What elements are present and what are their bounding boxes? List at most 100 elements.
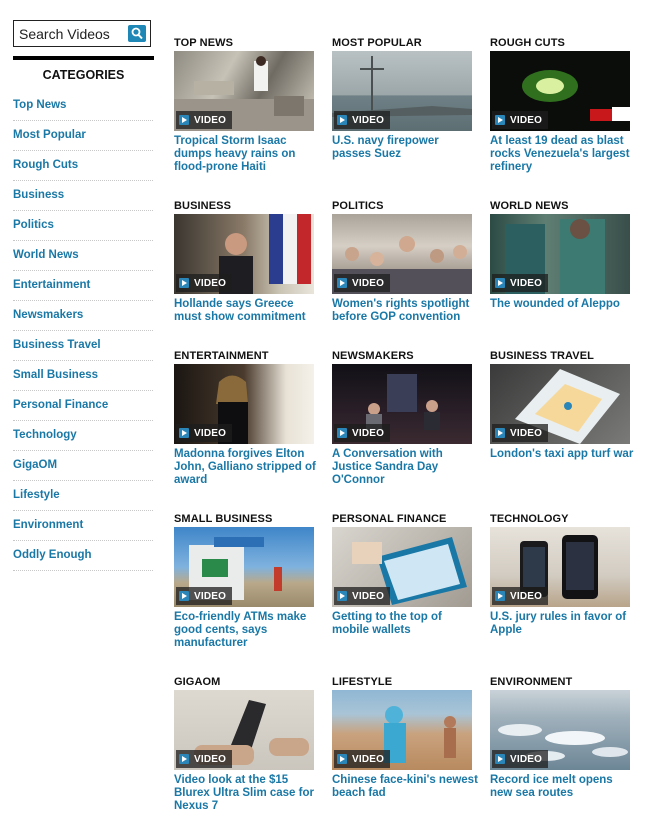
card-category-label: ROUGH CUTS [490, 37, 565, 49]
search-button[interactable] [128, 25, 146, 42]
sidebar-item-entertainment[interactable]: Entertainment [13, 271, 153, 291]
video-thumbnail[interactable]: VIDEO [490, 690, 630, 770]
video-thumbnail[interactable]: VIDEO [332, 364, 472, 444]
card-category-label: ENTERTAINMENT [174, 350, 269, 362]
card-category-label: MOST POPULAR [332, 37, 422, 49]
list-item: Lifestyle [13, 481, 153, 511]
list-item: Business [13, 181, 153, 211]
card-headline-link[interactable]: Getting to the top of mobile wallets [332, 611, 480, 637]
video-thumbnail[interactable]: VIDEO [174, 364, 314, 444]
play-icon [179, 278, 189, 288]
sidebar-item-world-news[interactable]: World News [13, 241, 153, 261]
video-thumbnail[interactable]: VIDEO [332, 690, 472, 770]
video-card-politics: POLITICS VIDEO Women's rights spotlight … [332, 200, 480, 324]
card-category-label: LIFESTYLE [332, 676, 393, 688]
video-card-environment: ENVIRONMENT VIDEO Record ice melt opens … [490, 676, 638, 800]
video-card-most-popular: MOST POPULAR VIDEO U.S. navy firepower p… [332, 37, 480, 161]
video-thumbnail[interactable]: VIDEO [332, 51, 472, 131]
list-item: Top News [13, 91, 153, 121]
video-card-lifestyle: LIFESTYLE VIDEO Chinese face-kini's newe… [332, 676, 480, 800]
card-category-label: ENVIRONMENT [490, 676, 573, 688]
video-thumbnail[interactable]: VIDEO [490, 527, 630, 607]
play-icon [337, 428, 347, 438]
video-badge: VIDEO [334, 750, 391, 768]
video-thumbnail[interactable]: VIDEO [174, 690, 314, 770]
search-input[interactable] [14, 21, 129, 46]
card-headline-link[interactable]: Eco-friendly ATMs make good cents, says … [174, 611, 322, 650]
video-badge-label: VIDEO [352, 277, 385, 289]
play-icon [495, 428, 505, 438]
card-headline-link[interactable]: Hollande says Greece must show commitmen… [174, 298, 322, 324]
sidebar-item-gigaom[interactable]: GigaOM [13, 451, 153, 471]
video-badge-label: VIDEO [194, 427, 227, 439]
play-icon [179, 591, 189, 601]
video-badge-label: VIDEO [194, 590, 227, 602]
video-badge-label: VIDEO [352, 114, 385, 126]
list-item: Small Business [13, 361, 153, 391]
video-badge-label: VIDEO [510, 753, 543, 765]
card-headline-link[interactable]: Tropical Storm Isaac dumps heavy rains o… [174, 135, 322, 174]
sidebar-item-technology[interactable]: Technology [13, 421, 153, 441]
sidebar-item-business-travel[interactable]: Business Travel [13, 331, 153, 351]
play-icon [495, 754, 505, 764]
video-badge: VIDEO [492, 587, 549, 605]
sidebar-item-environment[interactable]: Environment [13, 511, 153, 531]
sidebar-item-oddly-enough[interactable]: Oddly Enough [13, 541, 153, 561]
list-item: Environment [13, 511, 153, 541]
video-card-personal-finance: PERSONAL FINANCE VIDEO Getting to the to… [332, 513, 480, 637]
play-icon [337, 754, 347, 764]
video-card-technology: TECHNOLOGY VIDEO U.S. jury rules in favo… [490, 513, 638, 637]
video-thumbnail[interactable]: VIDEO [174, 527, 314, 607]
sidebar-item-personal-finance[interactable]: Personal Finance [13, 391, 153, 411]
card-category-label: WORLD NEWS [490, 200, 569, 212]
card-category-label: POLITICS [332, 200, 384, 212]
card-headline-link[interactable]: Chinese face-kini's newest beach fad [332, 774, 480, 800]
video-card-rough-cuts: ROUGH CUTS VIDEO At least 19 dead as bla… [490, 37, 638, 174]
video-thumbnail[interactable]: VIDEO [490, 364, 630, 444]
video-thumbnail[interactable]: VIDEO [332, 214, 472, 294]
video-badge: VIDEO [176, 587, 233, 605]
video-thumbnail[interactable]: VIDEO [332, 527, 472, 607]
video-thumbnail[interactable]: VIDEO [490, 51, 630, 131]
card-headline-link[interactable]: U.S. navy firepower passes Suez [332, 135, 480, 161]
sidebar-item-business[interactable]: Business [13, 181, 153, 201]
sidebar-item-most-popular[interactable]: Most Popular [13, 121, 153, 141]
card-headline-link[interactable]: Women's rights spotlight before GOP conv… [332, 298, 480, 324]
video-thumbnail[interactable]: VIDEO [490, 214, 630, 294]
sidebar-item-lifestyle[interactable]: Lifestyle [13, 481, 153, 501]
video-card-small-business: SMALL BUSINESS VIDEO Eco-friendly ATMs m… [174, 513, 322, 650]
play-icon [337, 591, 347, 601]
card-category-label: BUSINESS TRAVEL [490, 350, 594, 362]
card-headline-link[interactable]: The wounded of Aleppo [490, 298, 638, 311]
card-headline-link[interactable]: Video look at the $15 Blurex Ultra Slim … [174, 774, 322, 813]
card-headline-link[interactable]: A Conversation with Justice Sandra Day O… [332, 448, 480, 487]
card-headline-link[interactable]: London's taxi app turf war [490, 448, 638, 461]
video-badge: VIDEO [176, 111, 233, 129]
video-badge: VIDEO [176, 424, 233, 442]
video-badge: VIDEO [334, 587, 391, 605]
card-headline-link[interactable]: Record ice melt opens new sea routes [490, 774, 638, 800]
sidebar-item-politics[interactable]: Politics [13, 211, 153, 231]
sidebar-item-small-business[interactable]: Small Business [13, 361, 153, 381]
video-badge-label: VIDEO [510, 427, 543, 439]
sidebar-item-top-news[interactable]: Top News [13, 91, 153, 111]
video-badge-label: VIDEO [510, 277, 543, 289]
video-thumbnail[interactable]: VIDEO [174, 214, 314, 294]
video-badge-label: VIDEO [510, 114, 543, 126]
card-category-label: TECHNOLOGY [490, 513, 569, 525]
sidebar-item-newsmakers[interactable]: Newsmakers [13, 301, 153, 321]
video-card-business: BUSINESS VIDEO Hollande says Greece must… [174, 200, 322, 324]
video-badge-label: VIDEO [352, 590, 385, 602]
sidebar-item-rough-cuts[interactable]: Rough Cuts [13, 151, 153, 171]
video-badge: VIDEO [176, 274, 233, 292]
card-headline-link[interactable]: Madonna forgives Elton John, Galliano st… [174, 448, 322, 487]
video-thumbnail[interactable]: VIDEO [174, 51, 314, 131]
card-headline-link[interactable]: At least 19 dead as blast rocks Venezuel… [490, 135, 638, 174]
card-headline-link[interactable]: U.S. jury rules in favor of Apple [490, 611, 638, 637]
video-badge: VIDEO [492, 750, 549, 768]
play-icon [179, 428, 189, 438]
search-box [13, 20, 151, 47]
video-badge: VIDEO [334, 274, 391, 292]
video-badge-label: VIDEO [510, 590, 543, 602]
list-item: Personal Finance [13, 391, 153, 421]
